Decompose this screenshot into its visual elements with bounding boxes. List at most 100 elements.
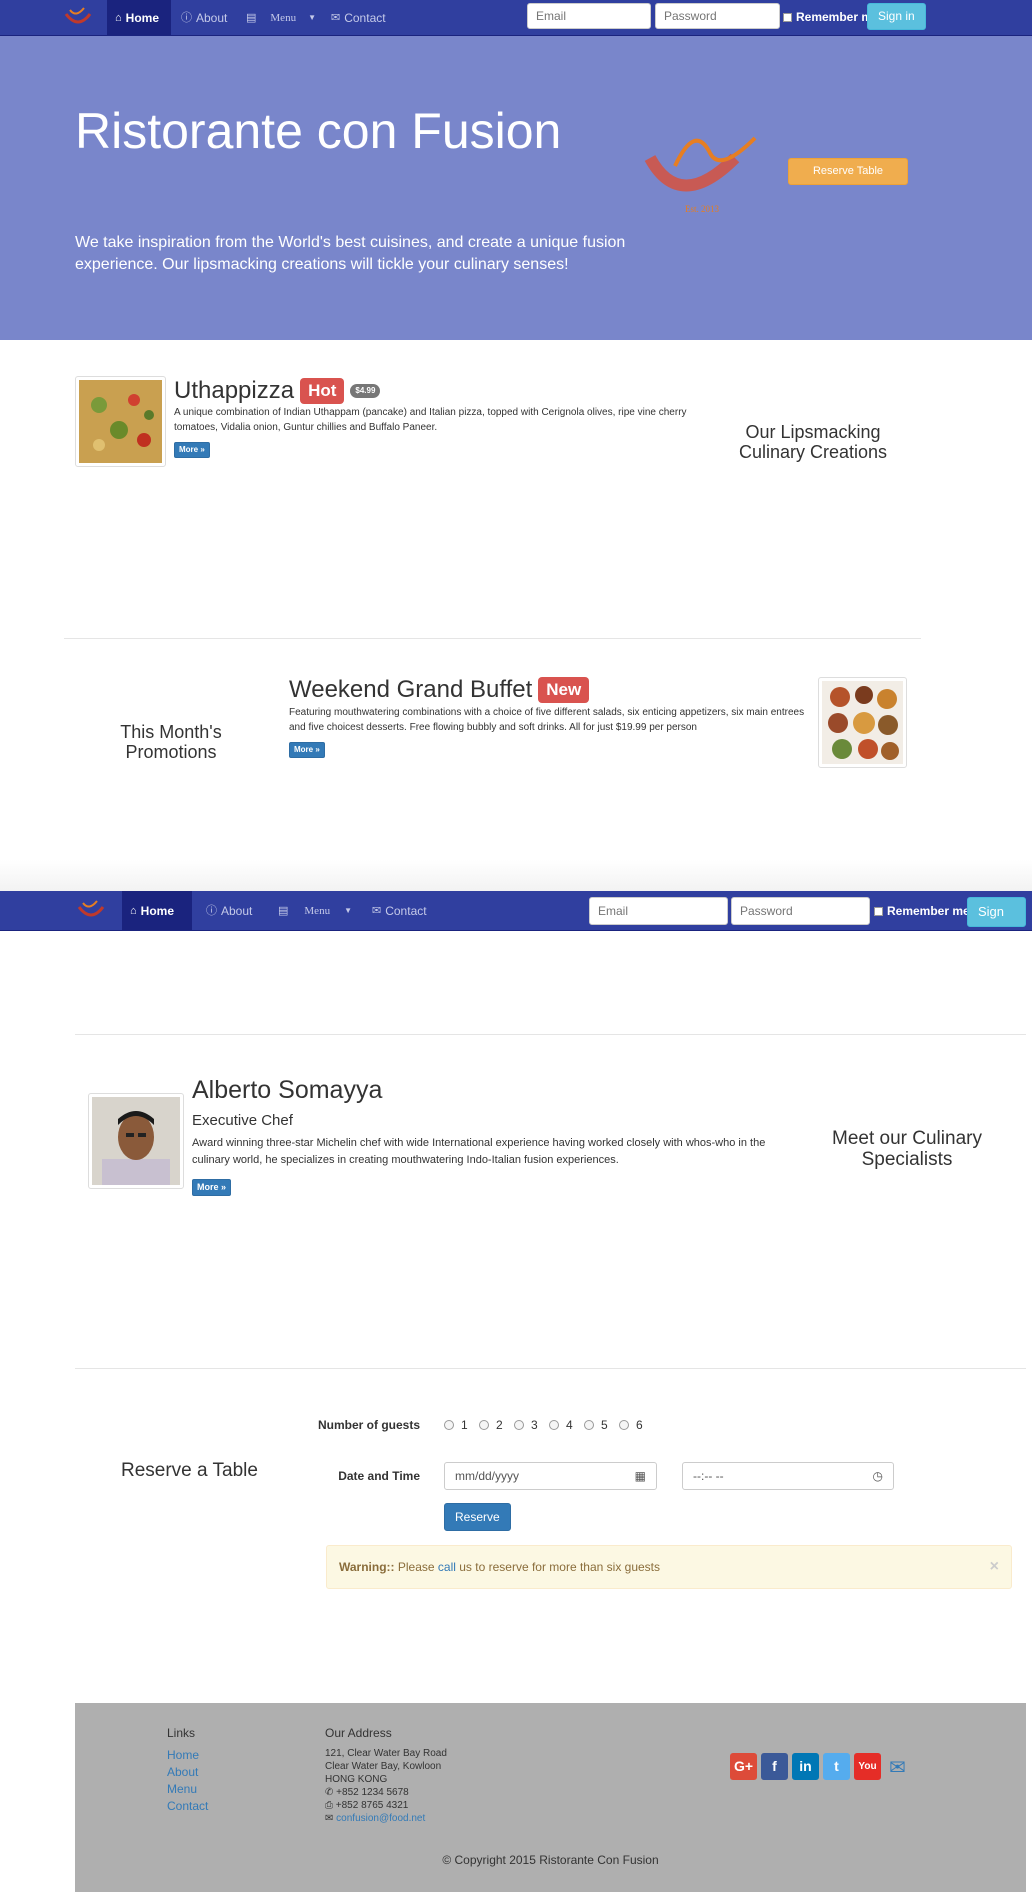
footer-link-contact[interactable]: Contact xyxy=(167,1798,208,1815)
brand-logo[interactable] xyxy=(62,4,94,32)
address-heading: Our Address xyxy=(325,1726,392,1740)
divider xyxy=(75,1034,1026,1035)
radio-icon[interactable] xyxy=(479,1420,489,1430)
jumbotron-description: We take inspiration from the World's bes… xyxy=(75,234,626,273)
nav-contact[interactable]: ✉ Contact xyxy=(323,0,394,36)
remember-me[interactable]: Remember me xyxy=(783,10,879,24)
password-input[interactable] xyxy=(655,3,780,29)
envelope-icon: ✉ xyxy=(372,905,382,917)
promotions-section-title: This Month's Promotions xyxy=(120,722,222,762)
promotion-more-button[interactable]: More » xyxy=(289,742,325,758)
dish-name: Uthappizza xyxy=(174,377,295,404)
restaurant-logo: Est. 2013 xyxy=(640,128,770,218)
promotion-name: Weekend Grand Buffet xyxy=(289,676,533,703)
radio-icon[interactable] xyxy=(444,1420,454,1430)
clock-icon[interactable]: ◷ xyxy=(873,1463,883,1489)
new-label: New xyxy=(538,677,590,703)
footer-link-about[interactable]: About xyxy=(167,1764,198,1781)
promotion-thumbnail[interactable] xyxy=(818,677,907,768)
dish-more-button[interactable]: More » xyxy=(174,442,210,458)
info-icon: ⓘ xyxy=(206,905,217,917)
phone-icon: ✆ xyxy=(325,1787,337,1798)
time-input[interactable]: --:-- -- ◷ xyxy=(682,1462,894,1490)
footer: Links Home About Menu Contact Our Addres… xyxy=(75,1703,1026,1892)
nav-contact[interactable]: ✉ Contact xyxy=(364,891,435,931)
google-plus-icon[interactable]: G+ xyxy=(730,1753,757,1780)
calendar-icon[interactable]: ▦ xyxy=(635,1463,646,1489)
divider xyxy=(75,1368,1026,1369)
email-input[interactable] xyxy=(527,3,651,29)
reserve-table-button[interactable]: Reserve Table xyxy=(788,158,908,185)
shadow-band xyxy=(0,860,1032,892)
remember-checkbox[interactable] xyxy=(783,12,792,22)
chef-more-button[interactable]: More » xyxy=(192,1179,232,1196)
mail-icon[interactable]: ✉ xyxy=(889,1755,906,1780)
brand-logo[interactable] xyxy=(75,897,107,925)
top-navbar: ⌂Home ⓘAbout ▤Menu▼ ✉Contact Remember me… xyxy=(0,0,1032,36)
radio-icon[interactable] xyxy=(549,1420,559,1430)
copyright: © Copyright 2015 Ristorante Con Fusion xyxy=(442,1853,659,1867)
envelope-icon: ✉ xyxy=(325,1813,337,1824)
dishes-section-title: Our Lipsmacking Culinary Creations xyxy=(738,422,888,462)
nav-home[interactable]: ⌂ Home xyxy=(107,0,171,36)
reserve-section-title: Reserve a Table xyxy=(121,1460,258,1481)
guests-option-1[interactable]: 1 xyxy=(444,1418,468,1432)
nav-menu-dropdown[interactable]: ▤ Menu ▼ xyxy=(270,891,360,931)
home-icon: ⌂ xyxy=(130,905,137,917)
email-input[interactable] xyxy=(589,897,728,925)
sticky-navbar: ⌂Home ⓘAbout ▤Menu▼ ✉Contact Remember me… xyxy=(0,891,1032,947)
guests-option-4[interactable]: 4 xyxy=(549,1418,573,1432)
chef-description: Award winning three-star Michelin chef w… xyxy=(192,1137,766,1166)
svg-text:Est. 2013: Est. 2013 xyxy=(685,204,720,214)
dish-thumbnail[interactable] xyxy=(75,376,166,467)
envelope-icon: ✉ xyxy=(331,12,341,24)
guests-label: Number of guests xyxy=(317,1418,420,1432)
caret-down-icon: ▼ xyxy=(344,906,352,915)
facebook-icon[interactable]: f xyxy=(761,1753,788,1780)
nav-about[interactable]: ⓘ About xyxy=(173,0,235,36)
dish-heading: Uthappizza Hot $4.99 xyxy=(174,377,381,405)
call-link[interactable]: call xyxy=(438,1560,456,1574)
guests-option-6[interactable]: 6 xyxy=(619,1418,643,1432)
footer-link-menu[interactable]: Menu xyxy=(167,1781,197,1798)
links-heading: Links xyxy=(167,1726,196,1740)
remember-checkbox[interactable] xyxy=(874,906,883,916)
close-icon[interactable]: × xyxy=(990,1546,999,1588)
password-input[interactable] xyxy=(731,897,870,925)
fax-icon: ⎙ xyxy=(325,1800,336,1811)
specialists-section-title: Meet our Culinary Specialists xyxy=(832,1128,982,1170)
guests-option-3[interactable]: 3 xyxy=(514,1418,538,1432)
chef-role: Executive Chef xyxy=(192,1112,293,1129)
nav-menu-dropdown[interactable]: ▤ Menu ▼ xyxy=(238,0,324,36)
nav-home[interactable]: ⌂ Home xyxy=(122,891,192,931)
signin-button[interactable]: Sign in xyxy=(967,897,1026,947)
linkedin-icon[interactable]: in xyxy=(792,1753,819,1780)
hot-label: Hot xyxy=(300,378,345,404)
signin-button[interactable]: Sign in xyxy=(867,3,926,30)
nav-about[interactable]: ⓘ About xyxy=(198,891,260,931)
price-badge: $4.99 xyxy=(350,384,381,398)
list-icon: ▤ xyxy=(246,12,257,24)
list-icon: ▤ xyxy=(278,905,289,917)
footer-link-home[interactable]: Home xyxy=(167,1747,199,1764)
reserve-submit-button[interactable]: Reserve xyxy=(444,1503,511,1531)
chef-photo[interactable] xyxy=(88,1093,184,1189)
radio-icon[interactable] xyxy=(514,1420,524,1430)
guests-option-5[interactable]: 5 xyxy=(584,1418,608,1432)
promotion-description: Featuring mouthwatering combinations wit… xyxy=(289,707,805,733)
warning-strong: Warning:: xyxy=(339,1560,395,1574)
youtube-icon[interactable]: You xyxy=(854,1753,881,1780)
email-link[interactable]: confusion@food.net xyxy=(336,1813,425,1824)
guests-option-2[interactable]: 2 xyxy=(479,1418,503,1432)
radio-icon[interactable] xyxy=(619,1420,629,1430)
radio-icon[interactable] xyxy=(584,1420,594,1430)
address-block: 121, Clear Water Bay Road Clear Water Ba… xyxy=(325,1748,447,1824)
caret-down-icon: ▼ xyxy=(308,13,316,22)
dish-description: A unique combination of Indian Uthappam … xyxy=(174,407,687,433)
home-icon: ⌂ xyxy=(115,12,122,24)
page-title: Ristorante con Fusion xyxy=(75,103,562,159)
twitter-icon[interactable]: t xyxy=(823,1753,850,1780)
divider xyxy=(64,638,921,639)
date-input[interactable]: mm/dd/yyyy ▦ xyxy=(444,1462,657,1490)
remember-me[interactable]: Remember me xyxy=(874,904,970,918)
